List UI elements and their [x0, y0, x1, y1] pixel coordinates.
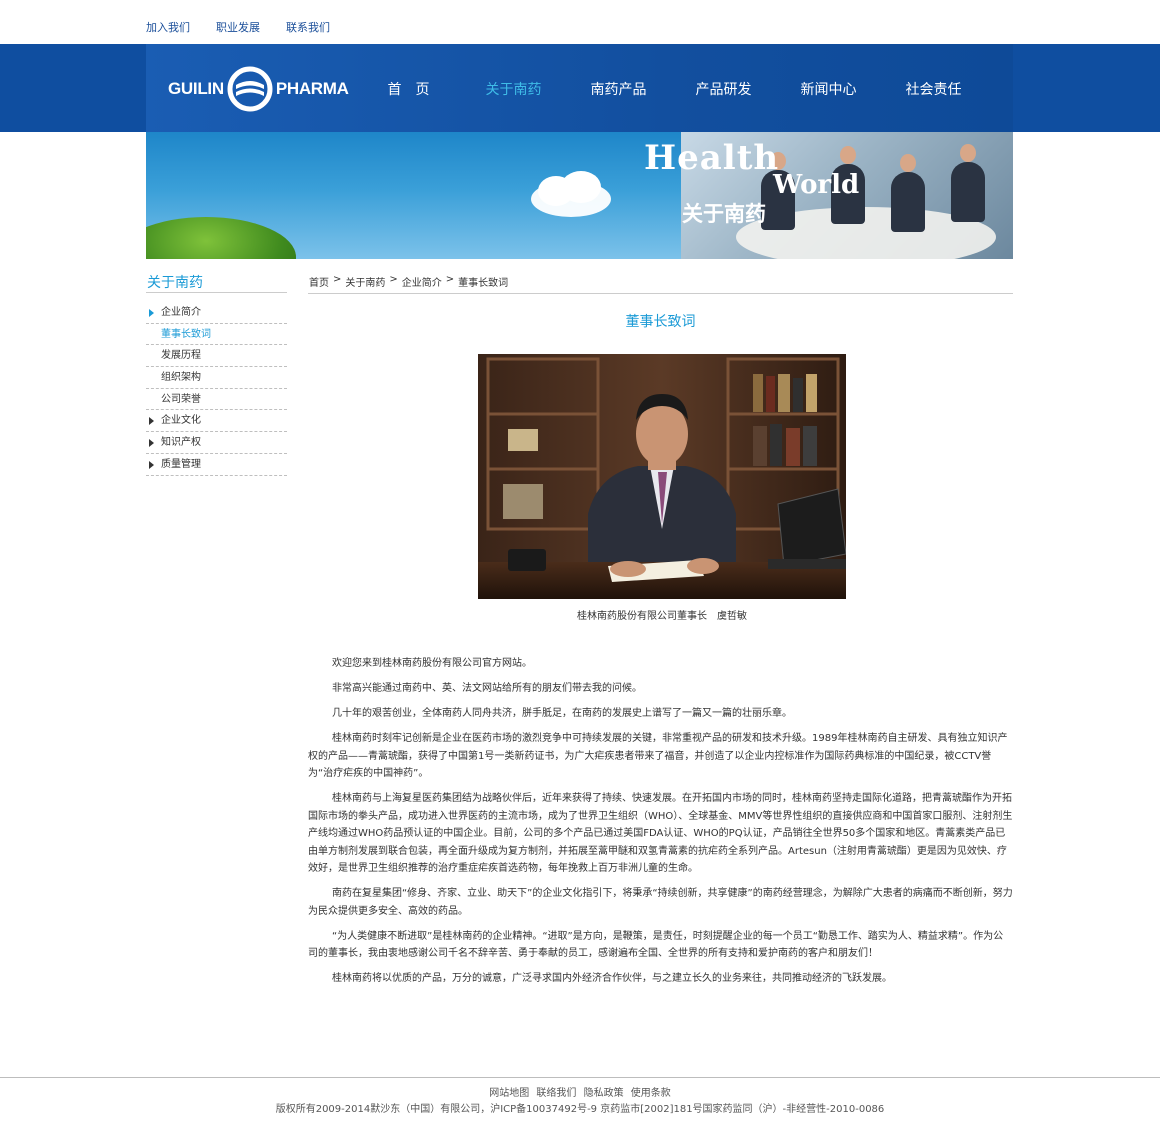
article-paragraph: 桂林南药与上海复星医药集团结为战略伙伴后，近年来获得了持续、快速发展。在开拓国内… — [308, 793, 1013, 874]
footer-divider — [0, 1077, 1160, 1078]
breadcrumb-home[interactable]: 首页 — [309, 274, 329, 289]
breadcrumb: 首页 > 关于南药 > 企业简介 > 董事长致词 — [309, 274, 508, 289]
footer-links: 网站地图 联络我们 隐私政策 使用条款 — [0, 1084, 1160, 1099]
top-links: 加入我们 职业发展 联系我们 — [146, 20, 330, 36]
triangle-right-icon — [149, 460, 154, 469]
banner-word-world: World — [773, 170, 860, 200]
meeting-person-head — [900, 154, 916, 172]
sidebar-item-history-link[interactable]: 发展历程 — [146, 345, 287, 366]
article-paragraph: “为人类健康不断进取”是桂林南药的企业精神。“进取”是方向，是鞭策，是责任，时刻… — [308, 930, 1004, 960]
article-paragraph: 桂林南药时刻牢记创新是企业在医药市场的激烈竞争中可持续发展的关键，非常重视产品的… — [308, 733, 1008, 779]
top-link-contact[interactable]: 联系我们 — [286, 20, 330, 36]
breadcrumb-intro[interactable]: 企业简介 — [402, 274, 442, 289]
article-paragraph: 几十年的艰苦创业，全体南药人同舟共济，胼手胝足，在南药的发展史上谱写了一篇又一篇… — [332, 708, 792, 719]
banner-word-health: Health — [644, 138, 780, 178]
breadcrumb-about[interactable]: 关于南药 — [345, 274, 385, 289]
article-paragraph: 桂林南药将以优质的产品，万分的诚意，广泛寻求国内外经济合作伙伴，与之建立长久的业… — [332, 973, 892, 984]
meeting-person — [891, 172, 925, 232]
sidebar-item-ip: 知识产权 — [146, 432, 287, 454]
breadcrumb-separator: > — [445, 274, 455, 285]
sidebar-menu: 企业简介 董事长致词 发展历程 组织架构 公司荣誉 企业文化 知识产权 质量管理 — [146, 302, 287, 476]
page-title: 董事长致词 — [625, 314, 696, 330]
footer-link-privacy[interactable]: 隐私政策 — [584, 1088, 624, 1099]
logo[interactable]: GUILIN PHARMA — [168, 64, 349, 114]
sidebar-item-culture: 企业文化 — [146, 410, 287, 433]
triangle-right-icon — [149, 309, 154, 317]
footer-copyright: 版权所有2009-2014默沙东（中国）有限公司，沪ICP备10037492号-… — [275, 1104, 885, 1115]
article-body: 欢迎您来到桂林南药股份有限公司官方网站。 非常高兴能通过南药中、英、法文网站给所… — [308, 655, 1013, 995]
banner-title: 关于南药 — [682, 201, 766, 226]
logo-text-left: GUILIN — [168, 79, 224, 98]
sidebar-item-history: 发展历程 — [146, 345, 287, 368]
meeting-person-head — [960, 144, 976, 162]
top-link-join-us[interactable]: 加入我们 — [146, 20, 190, 36]
main-nav: 首 页 关于南药 南药产品 产品研发 新闻中心 社会责任 — [356, 44, 986, 132]
portrait-caption: 桂林南药股份有限公司董事长 虞哲敏 — [577, 611, 747, 622]
banner: Health World 关于南药 — [146, 132, 1013, 259]
logo-text-right: PHARMA — [275, 79, 349, 98]
breadcrumb-current: 董事长致词 — [458, 278, 509, 289]
nav-item-about[interactable]: 关于南药 — [461, 44, 566, 132]
triangle-right-icon — [149, 439, 154, 448]
breadcrumb-separator: > — [389, 274, 398, 285]
sidebar-item-quality-link[interactable]: 质量管理 — [146, 454, 287, 475]
nav-item-research[interactable]: 产品研发 — [671, 44, 776, 132]
header-inner: GUILIN PHARMA 首 页 关于南药 南药产品 产品研发 新闻中心 社会… — [146, 44, 1013, 132]
sidebar-item-honors-link[interactable]: 公司荣誉 — [146, 389, 287, 410]
breadcrumb-separator: > — [333, 274, 342, 285]
nav-item-home[interactable]: 首 页 — [356, 44, 461, 132]
banner-tree-graphic — [146, 217, 296, 259]
sidebar-item-culture-link[interactable]: 企业文化 — [146, 410, 287, 431]
sidebar-item-honors: 公司荣誉 — [146, 389, 287, 411]
meeting-person — [951, 162, 985, 222]
footer-link-terms[interactable]: 使用条款 — [631, 1088, 671, 1099]
article-paragraph: 南药在复星集团“修身、齐家、立业、助天下”的企业文化指引下，将秉承“持续创新，共… — [308, 888, 1013, 917]
nav-item-social[interactable]: 社会责任 — [881, 44, 986, 132]
nav-item-products[interactable]: 南药产品 — [566, 44, 671, 132]
sidebar-item-quality: 质量管理 — [146, 454, 287, 476]
nav-item-news[interactable]: 新闻中心 — [776, 44, 881, 132]
sidebar-item-chairman-link[interactable]: 董事长致词 — [146, 324, 287, 345]
sidebar-item-intro-link[interactable]: 企业简介 — [146, 302, 287, 323]
sidebar-item-structure-link[interactable]: 组织架构 — [146, 367, 287, 388]
sidebar-item-chairman: 董事长致词 — [146, 324, 287, 346]
sidebar-divider — [146, 292, 287, 293]
top-link-career[interactable]: 职业发展 — [216, 20, 260, 36]
meeting-person-head — [840, 146, 856, 164]
chairman-portrait — [478, 354, 846, 599]
cloud-graphic — [531, 171, 611, 217]
sidebar-item-ip-link[interactable]: 知识产权 — [146, 432, 287, 453]
breadcrumb-divider — [308, 293, 1013, 294]
logo-mark-icon — [226, 65, 274, 113]
header-navbar: GUILIN PHARMA 首 页 关于南药 南药产品 产品研发 新闻中心 社会… — [0, 44, 1160, 132]
article-paragraph: 欢迎您来到桂林南药股份有限公司官方网站。 — [332, 658, 532, 669]
sidebar-item-intro: 企业简介 — [146, 302, 287, 324]
sidebar-item-structure: 组织架构 — [146, 367, 287, 389]
article-paragraph: 非常高兴能通过南药中、英、法文网站给所有的朋友们带去我的问候。 — [332, 683, 642, 694]
footer-link-sitemap[interactable]: 网站地图 — [489, 1088, 529, 1099]
triangle-right-icon — [149, 417, 154, 426]
footer-link-contact[interactable]: 联络我们 — [536, 1088, 576, 1099]
sidebar-title: 关于南药 — [147, 275, 203, 291]
